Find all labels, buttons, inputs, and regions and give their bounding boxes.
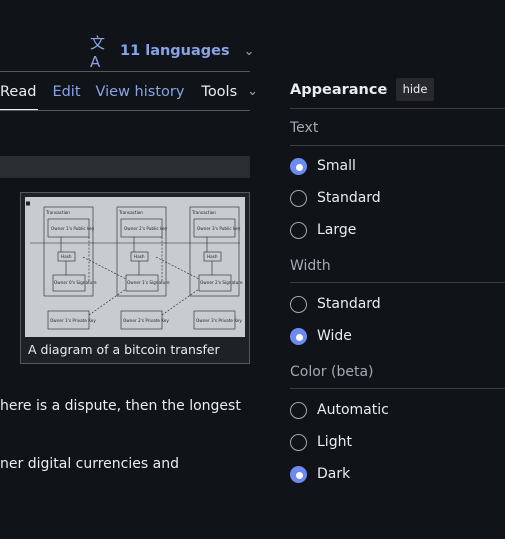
divider: [290, 388, 505, 389]
radio-label: Standard: [317, 190, 381, 206]
tab-view-history[interactable]: View history: [96, 80, 185, 109]
divider: [0, 110, 250, 111]
width-heading: Width: [290, 258, 331, 274]
divider: [0, 71, 250, 72]
tab-tools[interactable]: Tools ⌄: [201, 80, 258, 109]
radio-label: Small: [317, 158, 356, 174]
radio-button[interactable]: [290, 221, 307, 239]
radio-color-light[interactable]: Light: [290, 432, 352, 452]
radio-text-small[interactable]: Small: [290, 156, 356, 176]
radio-button[interactable]: [290, 401, 307, 419]
divider: [290, 282, 505, 283]
figure: Transaction Transaction Transaction Owne…: [20, 192, 250, 364]
radio-button[interactable]: [290, 189, 307, 207]
content-bar: [0, 156, 250, 178]
divider: [290, 145, 505, 146]
tools-label: Tools: [201, 84, 238, 100]
transaction-label: Transaction: [45, 210, 70, 215]
signature-label: Owner 2's Signature: [200, 280, 243, 285]
radio-width-standard[interactable]: Standard: [290, 294, 381, 314]
article-text: here is a dispute, then the longest: [0, 398, 241, 414]
chevron-down-icon: ⌄: [243, 43, 255, 59]
hash-label: Hash: [207, 254, 218, 259]
radio-label: Automatic: [317, 402, 389, 418]
transaction-label: Transaction: [191, 210, 216, 215]
public-key-label: Owner 1's Public key: [51, 226, 95, 231]
languages-button[interactable]: 文A 11 languages ⌄: [90, 34, 255, 71]
hide-button[interactable]: hide: [396, 78, 434, 101]
signature-label: Owner 1's Signature: [127, 280, 170, 285]
signature-label: Owner 0's Signature: [54, 280, 97, 285]
chevron-down-icon: ⌄: [247, 84, 259, 99]
radio-width-wide[interactable]: Wide: [290, 326, 352, 346]
divider: [290, 108, 505, 109]
figure-caption: A diagram of a bitcoin transfer: [28, 342, 220, 357]
public-key-label: Owner 2's Public key: [124, 226, 168, 231]
radio-label: Dark: [317, 466, 351, 482]
transaction-label: Transaction: [118, 210, 143, 215]
color-heading: Color (beta): [290, 364, 374, 380]
private-key-label: Owner 1's Private Key: [50, 318, 96, 323]
page-tabs: Read Edit View history Tools ⌄: [0, 80, 258, 111]
appearance-title: Appearance: [290, 82, 388, 98]
article-text: ner digital currencies and: [0, 456, 179, 472]
expand-icon[interactable]: [25, 197, 37, 207]
radio-color-dark[interactable]: Dark: [290, 464, 350, 484]
radio-button[interactable]: [290, 433, 307, 451]
radio-button-selected[interactable]: [290, 465, 307, 483]
radio-button-selected[interactable]: [290, 327, 307, 345]
private-key-label: Owner 3's Private Key: [196, 318, 242, 323]
radio-label: Wide: [317, 328, 352, 344]
radio-button-selected[interactable]: [290, 157, 307, 175]
tab-edit[interactable]: Edit: [52, 80, 80, 109]
radio-button[interactable]: [290, 295, 307, 313]
bitcoin-transfer-diagram[interactable]: Transaction Transaction Transaction Owne…: [25, 197, 245, 337]
radio-color-automatic[interactable]: Automatic: [290, 400, 389, 420]
radio-label: Standard: [317, 296, 381, 312]
tab-read[interactable]: Read: [0, 80, 39, 111]
languages-label: 11 languages: [120, 43, 230, 59]
hash-label: Hash: [61, 254, 72, 259]
radio-label: Light: [317, 434, 352, 450]
private-key-label: Owner 2's Private Key: [123, 318, 169, 323]
radio-label: Large: [317, 222, 357, 238]
public-key-label: Owner 3's Public key: [197, 226, 241, 231]
radio-text-large[interactable]: Large: [290, 220, 356, 240]
hash-label: Hash: [134, 254, 145, 259]
radio-text-standard[interactable]: Standard: [290, 188, 381, 208]
text-size-heading: Text: [290, 120, 319, 136]
translate-icon: 文A: [90, 33, 106, 71]
